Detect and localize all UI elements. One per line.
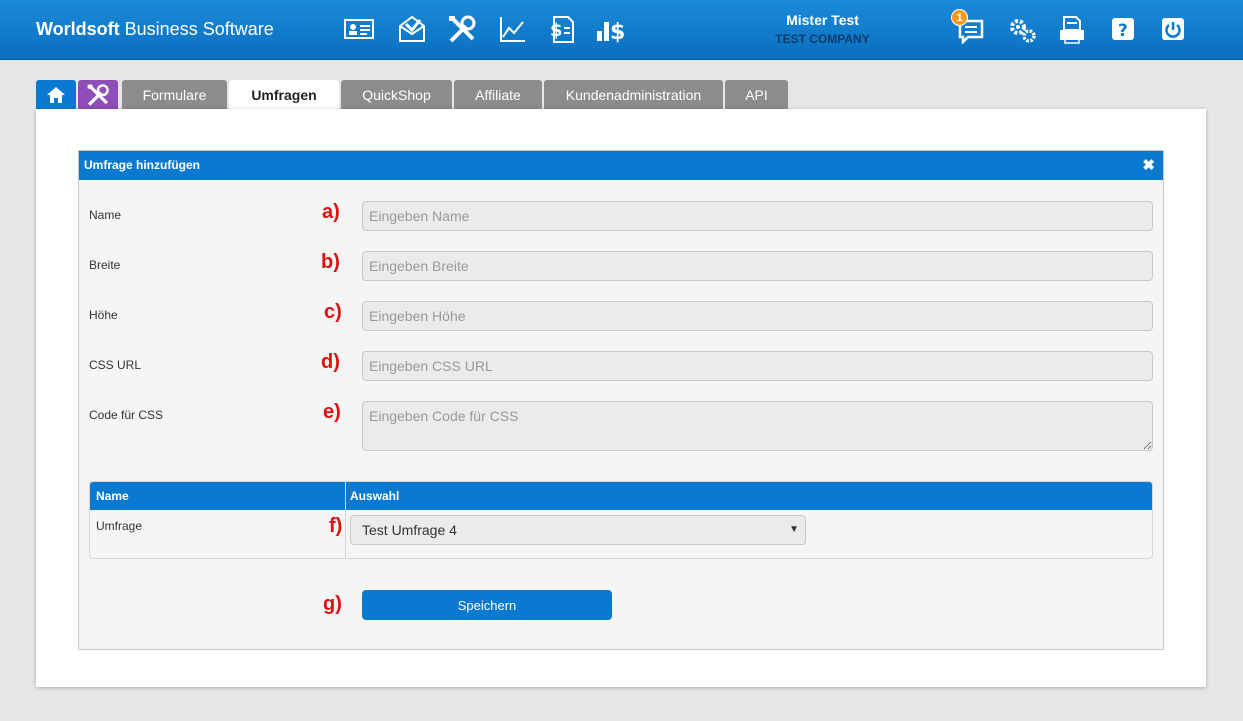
tab-quickshop[interactable]: QuickShop [341,80,452,110]
breite-label: Breite [89,258,121,272]
css-url-label: CSS URL [89,358,142,372]
name-label: Name [89,208,122,222]
invoice-icon[interactable]: $ [546,14,578,44]
mail-icon[interactable] [396,14,428,44]
tab-home[interactable] [36,80,76,110]
css-url-input[interactable] [362,351,1153,381]
marker-d: d) [321,351,340,373]
brand-rest: Business Software [119,19,274,39]
survey-select-value: Test Umfrage 4 [362,522,457,538]
column-divider [345,482,346,558]
tab-affiliate[interactable]: Affiliate [454,80,542,110]
css-code-label: Code für CSS [89,408,164,422]
home-icon [47,87,65,103]
tools-icon [87,84,109,106]
dialog-header: Umfrage hinzufügen ✖ [79,151,1163,180]
svg-text:$: $ [610,20,625,44]
table-header: Name Auswahl [90,482,1152,510]
tab-kundenadministration[interactable]: Kundenadministration [544,80,723,110]
tools-icon[interactable] [446,14,478,44]
dialog-title: Umfrage hinzufügen [84,158,200,172]
marker-g: g) [323,593,342,615]
company-name: TEST COMPANY [775,32,870,46]
user-block[interactable]: Mister Test TEST COMPANY [760,12,885,46]
tab-umfragen[interactable]: Umfragen [229,80,339,110]
app-brand[interactable]: Worldsoft Business Software [36,19,274,40]
print-icon[interactable] [1056,14,1088,44]
breite-input[interactable] [362,251,1153,281]
tab-api[interactable]: API [725,80,788,110]
hoehe-label: Höhe [89,308,118,322]
svg-text:$: $ [550,20,563,41]
row-label: Umfrage [96,519,143,533]
marker-c: c) [324,301,342,323]
marker-e: e) [323,401,341,423]
save-button[interactable]: Speichern [362,590,612,620]
chevron-down-icon: ▼ [789,524,799,535]
tab-tools[interactable] [78,80,118,110]
user-name: Mister Test [786,12,859,28]
column-header-name: Name [96,489,129,503]
power-icon[interactable] [1157,14,1189,44]
css-code-textarea[interactable] [362,401,1153,451]
help-icon[interactable]: ? [1107,14,1139,44]
brand-bold: Worldsoft [36,19,120,39]
revenue-icon[interactable]: $ [596,14,628,45]
close-icon[interactable]: ✖ [1142,151,1155,180]
marker-b: b) [321,251,340,273]
marker-a: a) [322,201,340,223]
settings-icon[interactable] [1006,14,1038,44]
hoehe-input[interactable] [362,301,1153,331]
marker-f: f) [329,515,343,537]
svg-text:?: ? [1118,21,1128,41]
tab-formulare[interactable]: Formulare [122,80,227,110]
column-header-auswahl: Auswahl [350,489,400,503]
chart-icon[interactable] [497,14,529,44]
notification-badge[interactable]: 1 [951,9,968,26]
name-input[interactable] [362,201,1153,231]
survey-select[interactable]: Test Umfrage 4 ▼ [350,515,806,545]
contact-card-icon[interactable] [343,14,375,44]
top-bar: Worldsoft Business Software $ $ Mister T… [0,0,1243,60]
